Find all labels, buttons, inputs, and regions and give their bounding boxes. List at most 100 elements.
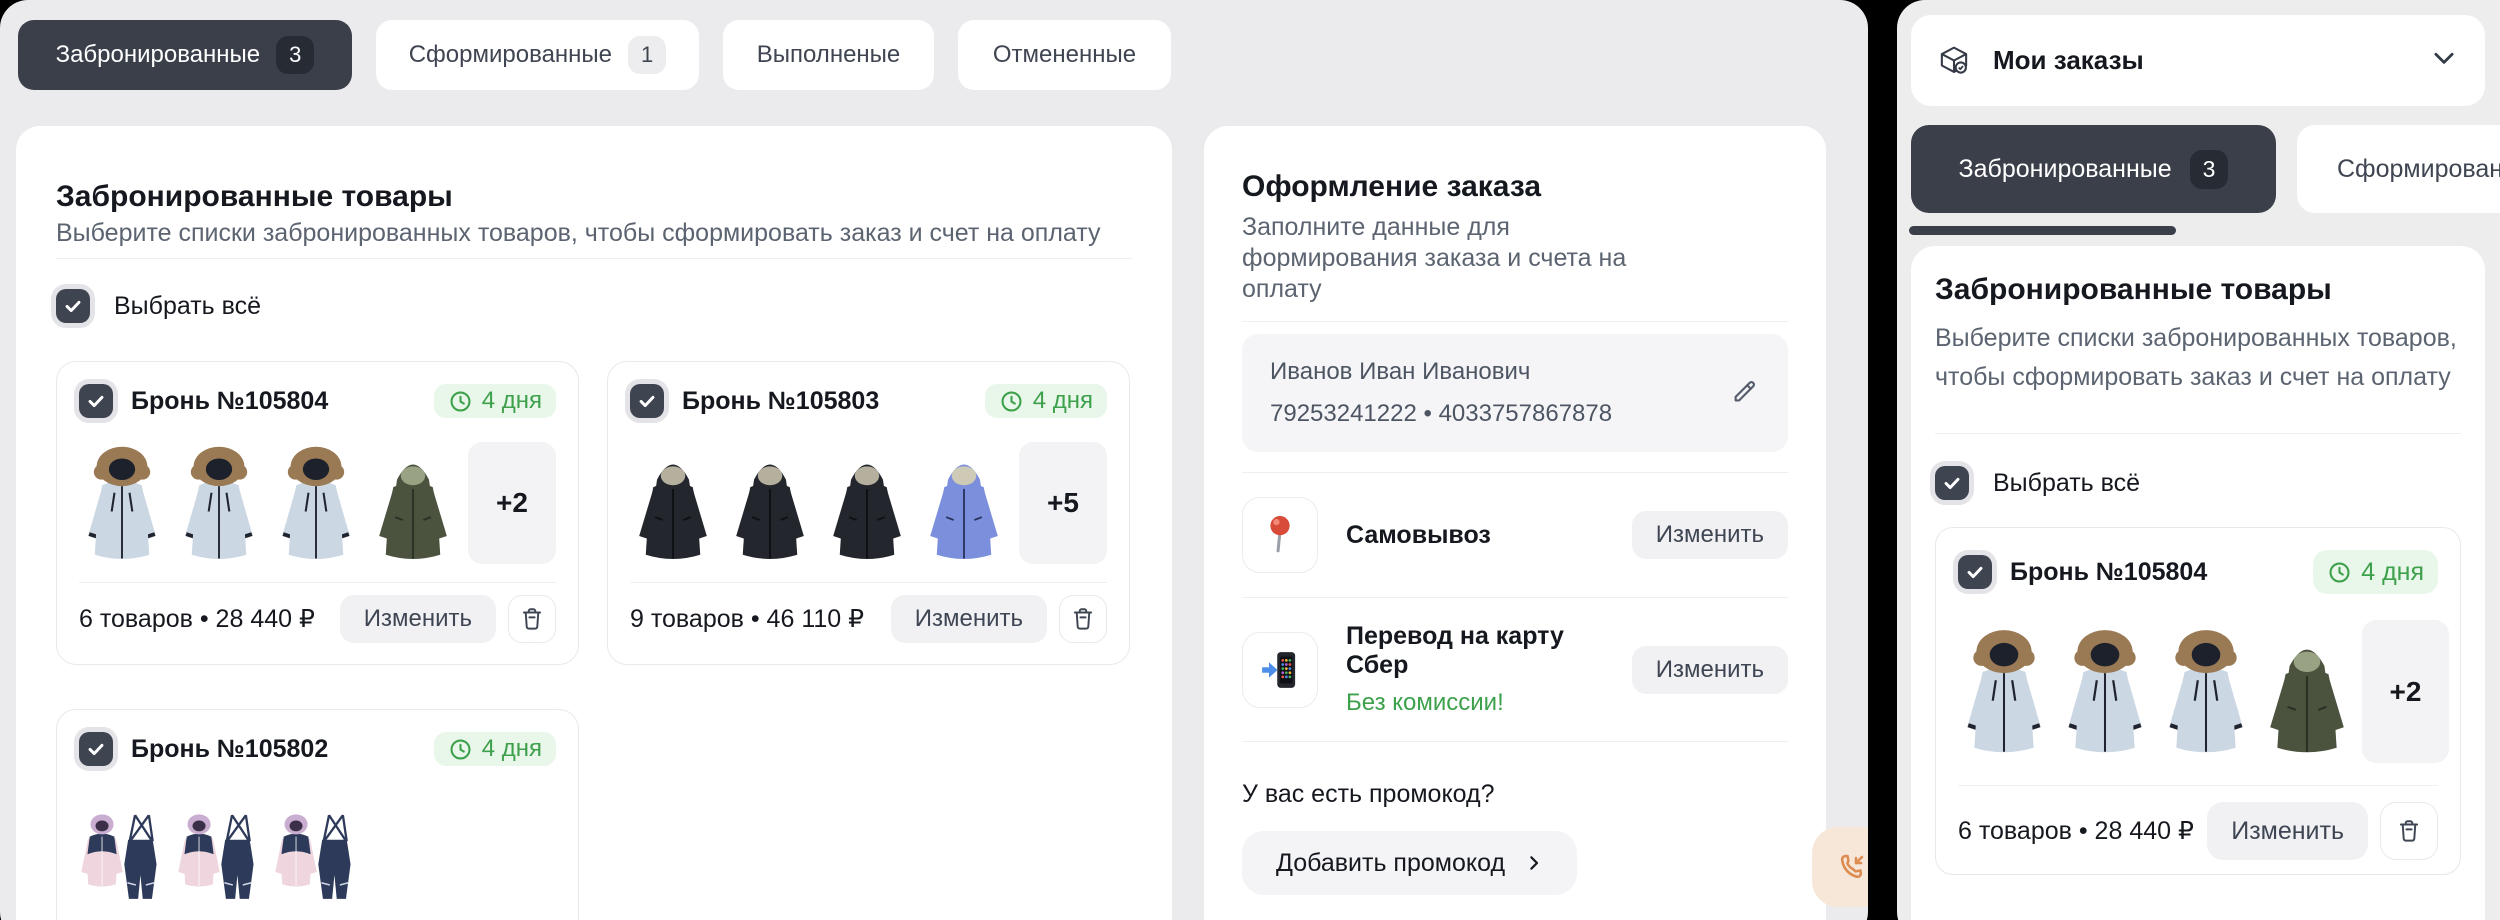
order-status-tabs: Забронированные 3 Сформированные 1 Выпол… — [18, 20, 1171, 90]
card-transfer-icon — [1242, 632, 1318, 708]
phone-incoming-icon — [1832, 847, 1868, 887]
tab-completed-label: Выполненые — [757, 41, 901, 69]
trash-icon — [519, 606, 545, 632]
days-left-badge: 4 дня — [985, 384, 1107, 418]
mobile-tab-reserved[interactable]: Забронированные 3 — [1911, 125, 2276, 213]
delete-reservation-button[interactable] — [1059, 595, 1107, 643]
reservation-checkbox[interactable] — [630, 384, 664, 418]
reservation-name: Бронь №105803 — [682, 387, 879, 416]
check-icon — [636, 390, 658, 412]
product-thumbnails — [79, 790, 556, 914]
product-thumbnails: +5 — [630, 442, 1107, 566]
payment-note: Без комиссии! — [1346, 689, 1632, 717]
divider — [1242, 741, 1788, 742]
clock-icon — [448, 389, 473, 414]
product-image-jacket_olive — [2261, 620, 2353, 765]
contact-details: 79253241222 • 4033757867878 — [1270, 400, 1612, 428]
select-all-label: Выбрать всё — [114, 292, 261, 321]
product-image-parka_light — [79, 442, 165, 566]
mobile-select-all-label: Выбрать всё — [1993, 469, 2140, 498]
divider — [1958, 785, 2438, 786]
edit-reservation-button[interactable]: Изменить — [340, 595, 496, 643]
mobile-edit-reservation-button[interactable]: Изменить — [2207, 802, 2368, 860]
delete-reservation-button[interactable] — [508, 595, 556, 643]
contact-name: Иванов Иван Иванович — [1270, 358, 1612, 386]
product-image-parka_light — [2160, 620, 2252, 765]
mobile-reservation-card: Бронь №105804 4 дня +2 — [1935, 527, 2461, 875]
check-icon — [62, 295, 84, 317]
change-payment-button[interactable]: Изменить — [1632, 646, 1788, 694]
checkout-title: Оформление заказа — [1242, 170, 1788, 204]
edit-reservation-button[interactable]: Изменить — [891, 595, 1047, 643]
divider — [1935, 433, 2461, 434]
payment-method-label: Перевод на карту Сбер — [1346, 622, 1632, 680]
add-promo-button[interactable]: Добавить промокод — [1242, 831, 1577, 895]
product-image-jacket_olive — [370, 442, 456, 566]
more-items-count: +2 — [468, 442, 556, 564]
delivery-method-label: Самовывоз — [1346, 521, 1491, 550]
orders-app-area: Забронированные 3 Сформированные 1 Выпол… — [0, 0, 1868, 920]
days-left-badge: 4 дня — [434, 384, 556, 418]
tab-formed-count: 1 — [628, 36, 666, 74]
product-image-jacket_black — [727, 442, 813, 566]
tab-completed[interactable]: Выполненые — [723, 20, 934, 90]
divider — [630, 582, 1107, 583]
mobile-reservation-checkbox[interactable] — [1958, 555, 1992, 589]
reservation-card: Бронь №105804 4 дня +2 — [56, 361, 579, 665]
product-image-jacket_blue — [921, 442, 1007, 566]
reservation-card: Бронь №105803 4 дня +5 — [607, 361, 1130, 665]
mobile-preview-panel: Мои заказы Забронированные 3 Сформирован… — [1897, 0, 2500, 920]
checkout-subtitle: Заполните данные для формирования заказа… — [1242, 212, 1682, 305]
change-delivery-button[interactable]: Изменить — [1632, 511, 1788, 559]
tab-formed[interactable]: Сформированные 1 — [376, 20, 699, 90]
reservation-cards-grid: Бронь №105804 4 дня +2 — [56, 361, 1132, 920]
mobile-panel-subtitle: Выберите списки забронированных товаров,… — [1935, 319, 2461, 397]
reservation-name: Бронь №105804 — [131, 387, 328, 416]
select-all-checkbox[interactable] — [56, 289, 90, 323]
mobile-product-thumbnails: +2 — [1958, 620, 2438, 765]
check-icon — [1941, 472, 1963, 494]
check-icon — [85, 390, 107, 412]
chevron-down-icon — [2429, 43, 2459, 78]
divider — [79, 582, 556, 583]
delivery-row: Самовывоз Изменить — [1242, 473, 1788, 597]
divider — [1242, 321, 1788, 322]
mobile-orders-header[interactable]: Мои заказы — [1911, 15, 2485, 106]
check-icon — [1964, 561, 1986, 583]
screenshot-root: Забронированные 3 Сформированные 1 Выпол… — [0, 0, 2500, 920]
tab-formed-label: Сформированные — [409, 41, 612, 69]
tabs-scroll-indicator[interactable] — [1909, 226, 2176, 235]
product-image-parka_light — [2059, 620, 2151, 765]
reservation-checkbox[interactable] — [79, 384, 113, 418]
reservation-summary: 6 товаров • 28 440 ₽ — [79, 604, 315, 634]
mobile-reservation-name: Бронь №105804 — [2010, 558, 2207, 587]
tab-reserved-count: 3 — [276, 36, 314, 74]
reservation-summary: 9 товаров • 46 110 ₽ — [630, 604, 864, 634]
more-items-count: +5 — [1019, 442, 1107, 564]
check-icon — [85, 738, 107, 760]
mobile-reserved-panel: Забронированные товары Выберите списки з… — [1911, 246, 2485, 920]
trash-icon — [1070, 606, 1096, 632]
product-image-parka_light — [1958, 620, 2050, 765]
product-image-parka_light — [176, 442, 262, 566]
mobile-orders-title: Мои заказы — [1993, 45, 2144, 76]
product-image-suit_pink — [79, 790, 165, 914]
product-image-suit_pink — [273, 790, 359, 914]
callback-floating-button[interactable] — [1812, 827, 1868, 907]
mobile-delete-reservation-button[interactable] — [2380, 802, 2438, 860]
mobile-select-all-checkbox[interactable] — [1935, 466, 1969, 500]
panel-title: Забронированные товары — [56, 180, 1132, 214]
mobile-tab-formed[interactable]: Сформированные — [2297, 125, 2500, 213]
tab-cancelled[interactable]: Отмененные — [958, 20, 1171, 90]
mobile-tab-reserved-count: 3 — [2190, 150, 2229, 189]
tab-reserved-label: Забронированные — [56, 41, 261, 69]
tab-reserved[interactable]: Забронированные 3 — [18, 20, 352, 90]
edit-contact-button[interactable] — [1730, 376, 1760, 411]
mobile-status-tabs: Забронированные 3 Сформированные — [1911, 125, 2500, 213]
chevron-right-icon — [1525, 854, 1543, 872]
panel-subtitle: Выберите списки забронированных товаров,… — [56, 218, 1132, 248]
reservation-name: Бронь №105802 — [131, 735, 328, 764]
reservation-checkbox[interactable] — [79, 732, 113, 766]
mobile-reservation-summary: 6 товаров • 28 440 ₽ — [1958, 816, 2194, 846]
contact-card: Иванов Иван Иванович 79253241222 • 40337… — [1242, 334, 1788, 452]
